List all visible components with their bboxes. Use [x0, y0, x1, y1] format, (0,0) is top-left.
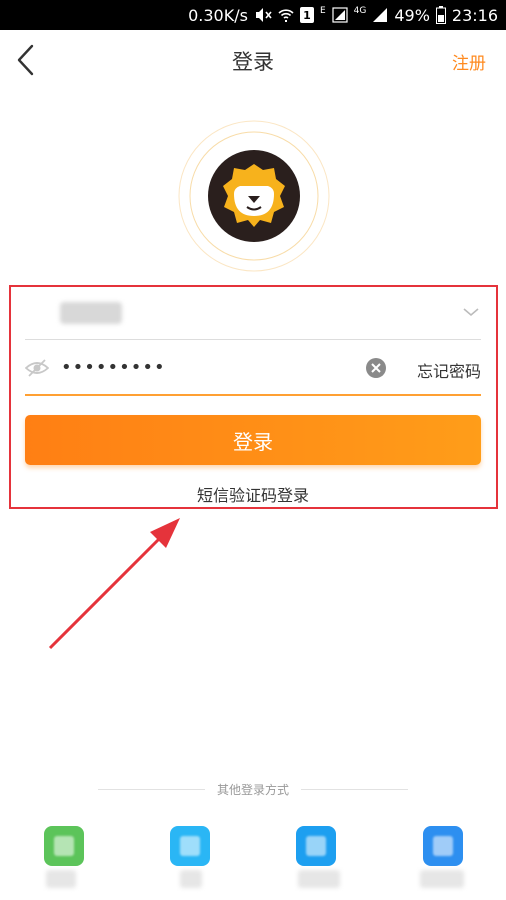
chevron-down-icon — [463, 308, 479, 317]
login-method-label — [420, 870, 464, 888]
brand-logo — [178, 120, 330, 272]
wechat-icon — [54, 836, 74, 856]
login-button[interactable]: 登录 — [25, 415, 481, 465]
login-method-label — [298, 870, 340, 888]
network-type-4g: 4G — [353, 6, 367, 16]
signal-icon — [332, 7, 348, 23]
clear-icon — [366, 358, 386, 378]
header: 登录 注册 — [0, 30, 506, 90]
divider-right — [301, 788, 409, 790]
login-method-app[interactable] — [423, 826, 463, 866]
battery-icon — [435, 6, 446, 24]
forgot-password-link[interactable]: 忘记密码 — [417, 358, 481, 382]
other-login-title: 其他登录方式 — [98, 779, 409, 799]
lion-logo-icon — [178, 120, 330, 272]
wifi-icon — [278, 7, 294, 23]
login-method-label — [46, 870, 76, 888]
login-method-wechat[interactable] — [44, 826, 84, 866]
app-icon — [433, 836, 453, 856]
sms-login-row: 短信验证码登录 — [0, 482, 506, 506]
login-method-qq[interactable] — [170, 826, 210, 866]
other-login-label: 其他登录方式 — [217, 782, 290, 797]
account-dropdown[interactable] — [461, 302, 481, 322]
account-row — [25, 288, 481, 340]
sms-login-link[interactable]: 短信验证码登录 — [197, 486, 309, 505]
network-type-e: E — [319, 6, 326, 16]
password-row: 忘记密码 — [24, 342, 481, 396]
clear-password-button[interactable] — [365, 357, 387, 379]
password-input[interactable] — [61, 352, 361, 382]
signal-bars-icon — [372, 7, 388, 23]
alipay-icon — [306, 836, 326, 856]
annotation-arrow — [40, 510, 190, 660]
sim-badge: 1 — [299, 7, 314, 23]
login-method-alipay[interactable] — [296, 826, 336, 866]
qq-icon — [180, 836, 200, 856]
mute-icon — [254, 7, 272, 23]
status-bar: 0.30K/s 1 E 4G 49% 23:16 — [0, 0, 506, 30]
back-arrow-icon — [17, 44, 34, 76]
divider-left — [98, 788, 205, 790]
network-speed: 0.30K/s — [188, 5, 248, 25]
login-method-label — [180, 870, 202, 888]
register-link[interactable]: 注册 — [452, 49, 486, 74]
password-visibility-toggle[interactable] — [24, 356, 50, 380]
arrow-icon — [48, 518, 180, 650]
page-title: 登录 — [232, 50, 274, 74]
clock: 23:16 — [451, 5, 498, 25]
eye-hidden-icon — [24, 359, 50, 377]
back-button[interactable] — [12, 42, 42, 78]
account-input[interactable] — [60, 302, 122, 324]
battery-level: 49% — [394, 5, 430, 25]
